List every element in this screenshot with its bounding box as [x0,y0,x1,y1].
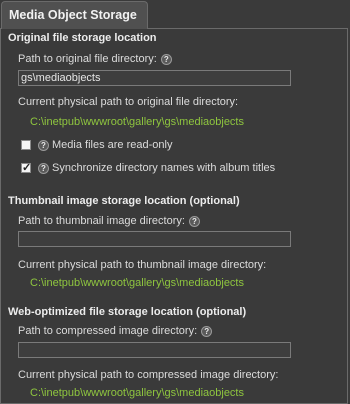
sync-row: ? Synchronize directory names with album… [21,161,276,174]
optimized-section-title: Web-optimized file storage location (opt… [8,306,247,318]
help-icon[interactable]: ? [38,139,49,151]
tab-title: Media Object Storage [9,8,137,22]
thumbnail-path-input[interactable] [18,231,291,247]
tab-media-object-storage[interactable]: Media Object Storage [1,1,148,29]
optimized-path-label-text: Path to compressed image directory: [18,325,198,337]
optimized-physical-path: C:\inetpub\wwwroot\gallery\gs\mediaobjec… [30,387,244,399]
thumbnail-section-title: Thumbnail image storage location (option… [8,195,240,207]
optimized-physical-label: Current physical path to compressed imag… [18,369,279,381]
original-path-label-text: Path to original file directory: [18,53,157,65]
original-physical-path: C:\inetpub\wwwroot\gallery\gs\mediaobjec… [30,116,244,128]
help-icon[interactable]: ? [160,53,172,65]
sync-label: Synchronize directory names with album t… [52,162,276,174]
help-icon[interactable]: ? [201,325,213,337]
help-icon[interactable]: ? [38,162,49,174]
help-icon[interactable]: ? [188,215,200,227]
original-path-label: Path to original file directory: ? [18,53,172,65]
original-section-title: Original file storage location [8,32,157,44]
readonly-row: ? Media files are read-only [21,139,172,151]
optimized-path-label: Path to compressed image directory: ? [18,325,213,337]
thumbnail-path-label: Path to thumbnail image directory: ? [18,215,200,227]
settings-frame: Media Object Storage Original file stora… [0,0,350,404]
readonly-label: Media files are read-only [52,139,173,151]
sync-checkbox[interactable] [21,161,31,174]
thumbnail-physical-label: Current physical path to thumbnail image… [18,259,267,271]
original-physical-label: Current physical path to original file d… [18,96,239,108]
readonly-checkbox[interactable] [21,140,31,150]
optimized-path-input[interactable] [18,342,291,358]
thumbnail-physical-path: C:\inetpub\wwwroot\gallery\gs\mediaobjec… [30,277,244,289]
original-path-input[interactable] [18,70,291,86]
thumbnail-path-label-text: Path to thumbnail image directory: [18,215,185,227]
